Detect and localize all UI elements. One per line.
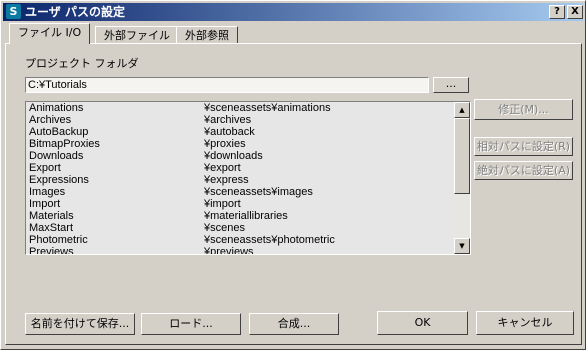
path-value: ¥sceneassets¥photometric — [204, 234, 335, 246]
path-value: ¥materiallibraries — [204, 210, 288, 222]
path-listbox[interactable]: Animations ¥sceneassets¥animations Archive… — [25, 101, 471, 255]
scroll-down-icon[interactable]: ▼ — [454, 238, 470, 254]
vertical-scrollbar[interactable]: ▲ ▼ — [454, 102, 470, 254]
path-name: Images — [29, 186, 66, 198]
path-value: ¥previews — [204, 246, 254, 255]
help-button[interactable]: ? — [549, 5, 565, 19]
tab-xrefs[interactable]: 外部参照 — [176, 26, 238, 43]
path-name: Materials — [29, 210, 74, 222]
path-name: Export — [29, 162, 61, 174]
path-name: BitmapProxies — [29, 138, 100, 150]
make-absolute-button[interactable]: 絶対パスに設定(A) — [474, 161, 573, 180]
scroll-thumb[interactable] — [454, 118, 470, 194]
path-name: Downloads — [29, 150, 84, 162]
path-value: ¥export — [204, 162, 241, 174]
path-value: ¥downloads — [204, 150, 263, 162]
title-bar[interactable]: S ユーザ パスの設定 ? X — [3, 3, 583, 21]
path-value: ¥proxies — [204, 138, 246, 150]
modify-button[interactable]: 修正(M)... — [474, 99, 573, 120]
path-name: Archives — [29, 114, 72, 126]
project-folder-field[interactable]: C:¥Tutorials — [25, 77, 429, 93]
path-name: Import — [29, 198, 61, 210]
path-name: Previews — [29, 246, 74, 255]
window-title: ユーザ パスの設定 — [25, 5, 125, 19]
path-value: ¥sceneassets¥images — [204, 186, 313, 198]
app-icon: S — [6, 4, 21, 19]
project-folder-label: プロジェクト フォルダ — [25, 57, 139, 70]
make-relative-button[interactable]: 相対パスに設定(R) — [474, 137, 573, 156]
path-value: ¥sceneassets¥animations — [204, 102, 331, 114]
ok-button[interactable]: OK — [377, 311, 468, 335]
load-button[interactable]: ロード... — [141, 313, 241, 335]
configure-user-paths-dialog: S ユーザ パスの設定 ? X ファイル I/O 外部ファイル 外部参照 プロジ… — [0, 0, 586, 350]
tab-file-io[interactable]: ファイル I/O — [9, 23, 91, 44]
path-name: Expressions — [29, 174, 89, 186]
path-name: MaxStart — [29, 222, 74, 234]
path-value: ¥express — [204, 174, 249, 186]
path-value: ¥import — [204, 198, 241, 210]
browse-button[interactable]: ... — [433, 77, 469, 93]
close-button[interactable]: X — [567, 5, 583, 19]
path-value: ¥scenes — [204, 222, 245, 234]
path-value: ¥autoback — [204, 126, 255, 138]
path-name: AutoBackup — [29, 126, 89, 138]
path-name: Animations — [29, 102, 84, 114]
path-value: ¥archives — [204, 114, 252, 126]
merge-button[interactable]: 合成... — [249, 313, 339, 335]
cancel-button[interactable]: キャンセル — [476, 311, 574, 335]
save-as-button[interactable]: 名前を付けて保存... — [25, 313, 135, 335]
scroll-up-icon[interactable]: ▲ — [454, 102, 470, 118]
tab-external-files[interactable]: 外部ファイル — [95, 26, 179, 43]
tab-strip: ファイル I/O 外部ファイル 外部参照 — [5, 23, 581, 44]
path-name: Photometric — [29, 234, 88, 246]
